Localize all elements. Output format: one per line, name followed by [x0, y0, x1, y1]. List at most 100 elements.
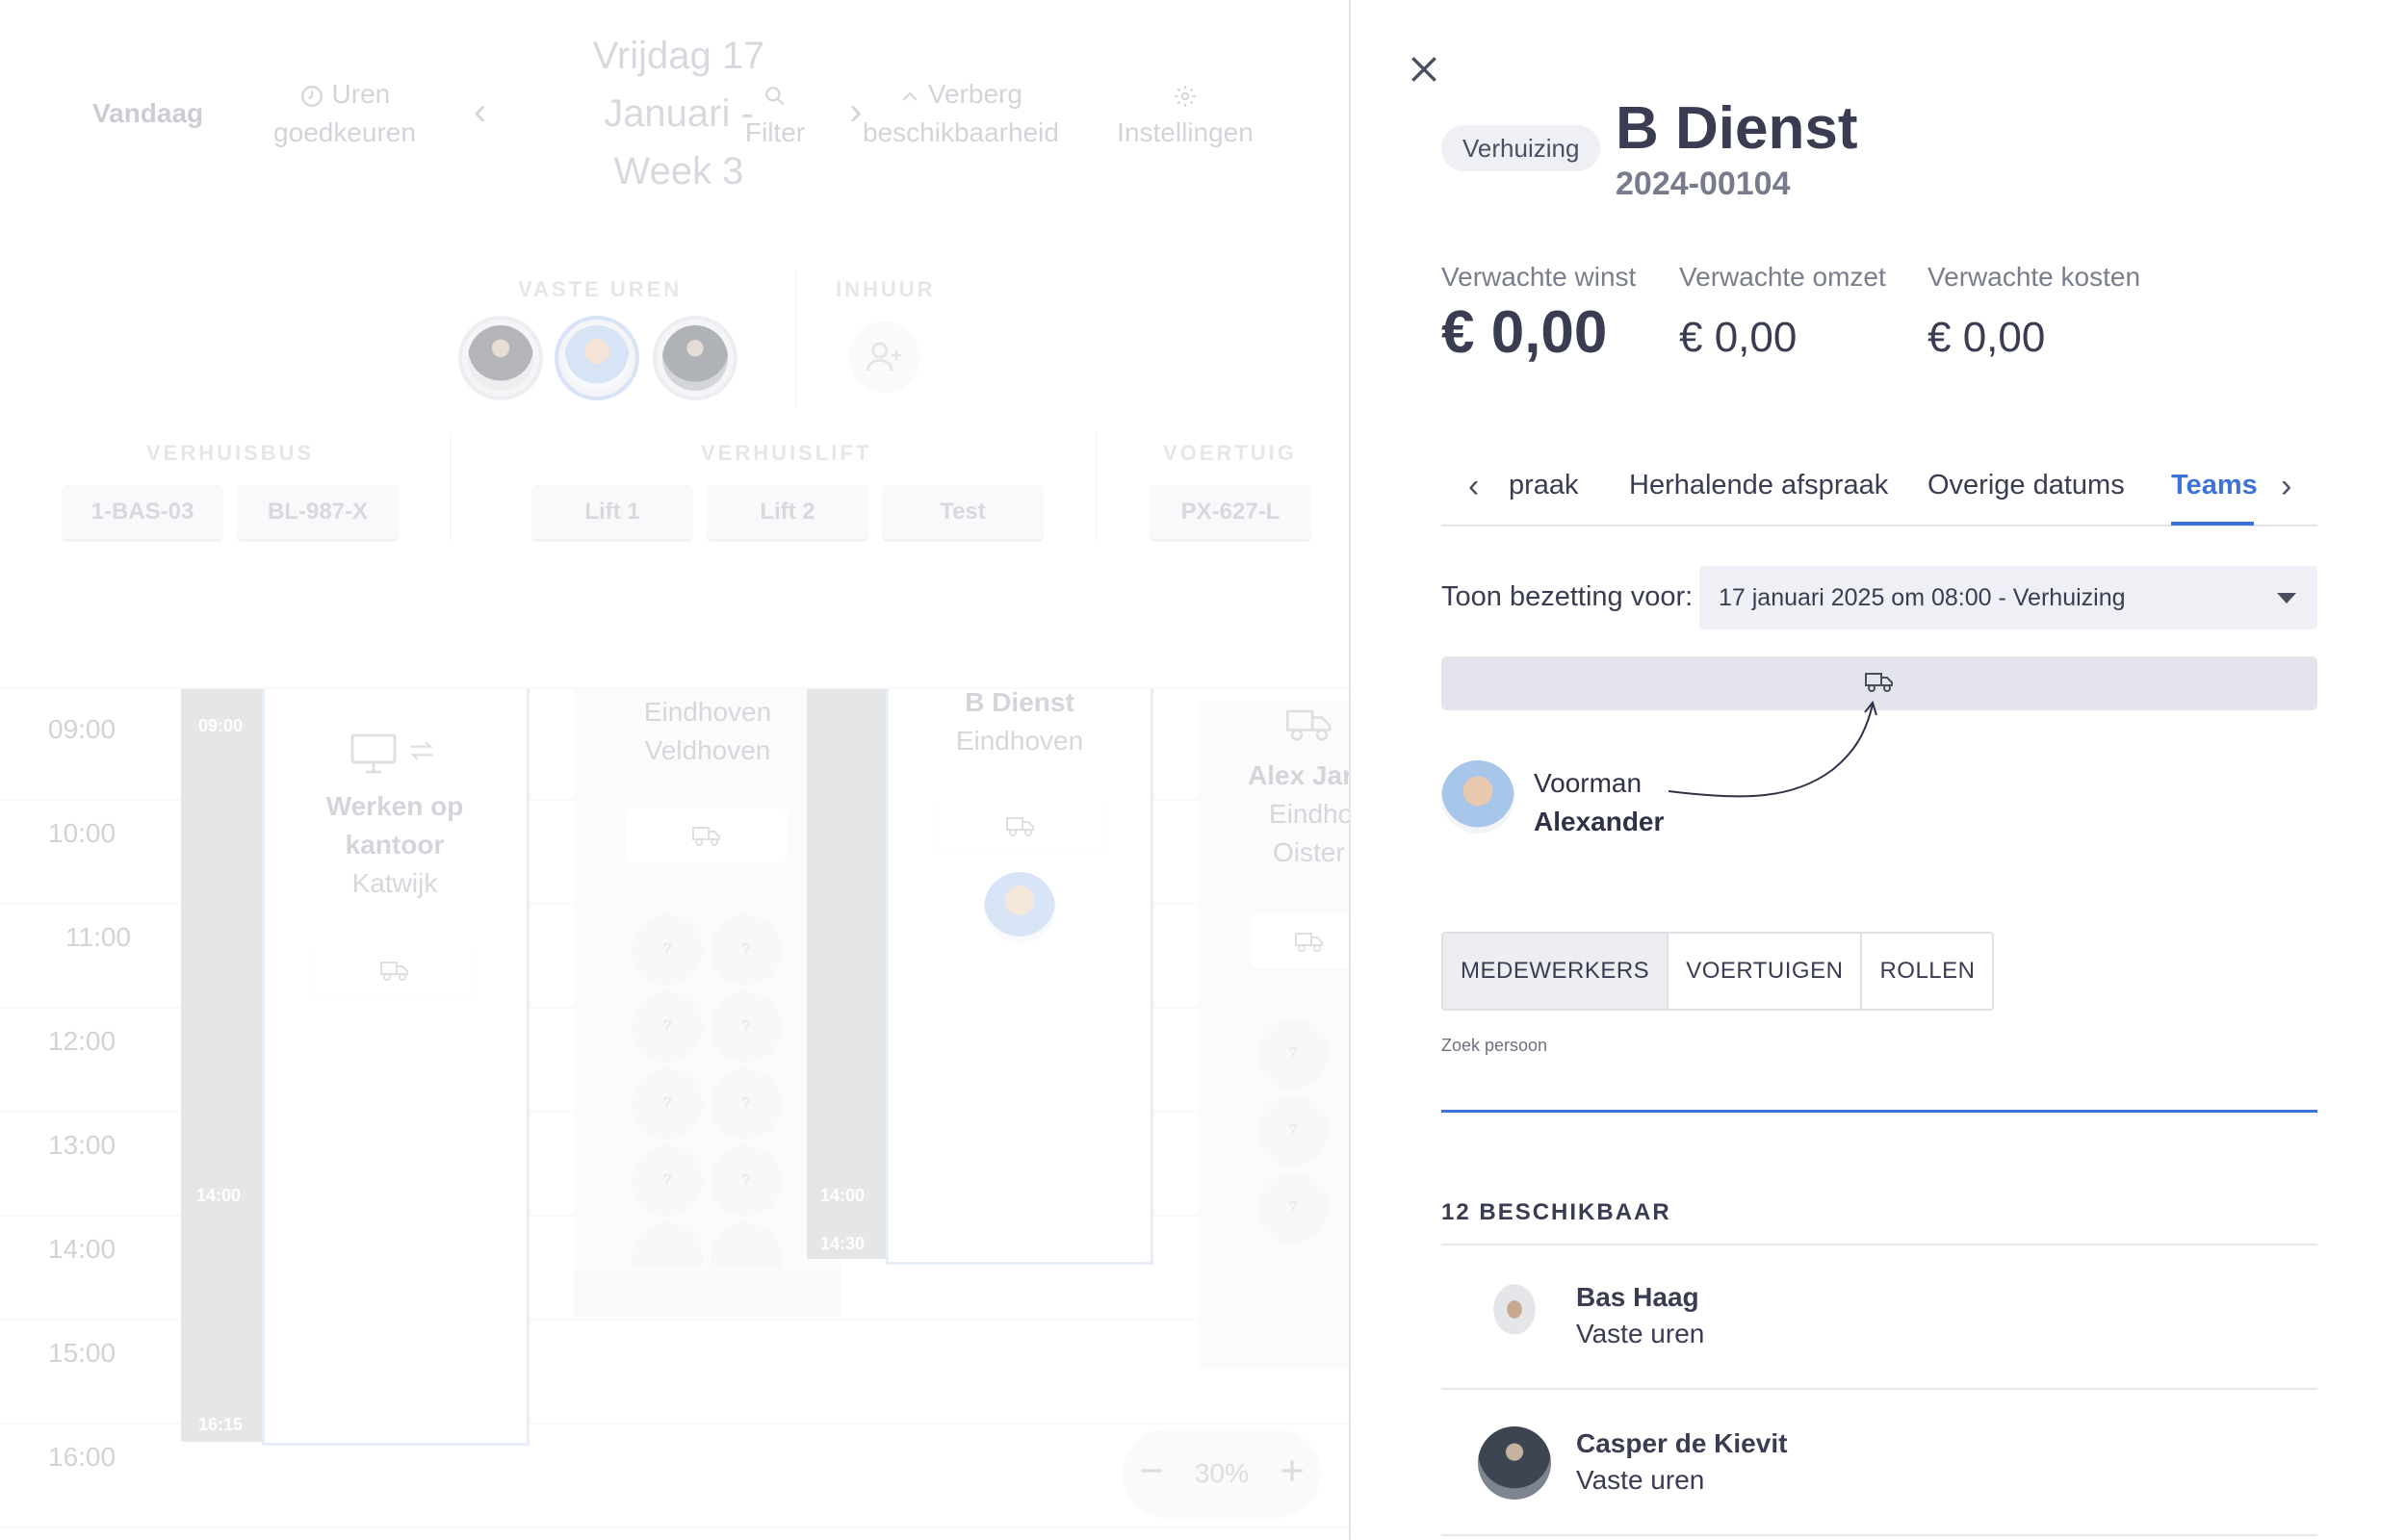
avatar[interactable] [653, 316, 737, 400]
tab-roles[interactable]: ROLLEN [1862, 934, 1992, 1009]
available-count: 12 BESCHIKBAAR [1441, 1199, 1671, 1225]
divider [450, 433, 452, 541]
chevron-right-icon[interactable]: › [2281, 468, 2291, 505]
hide-availability-label: Verberg beschikbaarheid [863, 79, 1059, 147]
type-badge: Verhuizing [1441, 125, 1601, 171]
time-label: 15:00 [48, 1338, 116, 1368]
time-label: 13:00 [48, 1130, 116, 1160]
settings-label: Instellingen [1117, 117, 1254, 147]
avatar[interactable] [555, 316, 639, 400]
avatar[interactable] [984, 872, 1055, 943]
planner-view: Vandaag Uren goedkeuren ‹ Vrijdag 17 Jan… [0, 0, 1349, 1540]
foreman-name: Alexander [1534, 807, 1665, 836]
unassigned-icon[interactable]: ? [711, 1068, 782, 1140]
tab-other-dates[interactable]: Overige datums [1927, 470, 2125, 501]
caret-down-icon [2277, 593, 2296, 603]
detail-panel: Verhuizing B Dienst 2024-00104 Verwachte… [1349, 0, 2406, 1540]
fixed-hours-label: VASTE UREN [518, 277, 683, 301]
zoom-in-icon[interactable] [1277, 1455, 1307, 1493]
zoom-out-icon[interactable] [1136, 1455, 1167, 1493]
occupancy-select[interactable]: 17 januari 2025 om 08:00 - Verhuizing [1699, 566, 2317, 629]
approve-hours-label: Uren goedkeuren [273, 79, 416, 147]
unassigned-icon[interactable]: ? [632, 1145, 703, 1217]
vehicle-chip[interactable]: PX-627-L [1150, 485, 1311, 539]
lift-chip[interactable]: Test [882, 485, 1044, 539]
person-name: Casper de Kievit [1576, 1428, 1788, 1458]
close-icon[interactable] [1405, 50, 1443, 89]
unassigned-icon[interactable]: ? [1257, 1095, 1329, 1167]
occupancy-label: Toon bezetting voor: [1441, 581, 1694, 612]
unassigned-icon[interactable]: ? [711, 914, 782, 986]
unassigned-icon[interactable]: ? [632, 914, 703, 986]
tab-recurring[interactable]: Herhalende afspraak [1629, 470, 1888, 501]
lift-chip[interactable]: Lift 2 [707, 485, 868, 539]
divider [1096, 433, 1098, 541]
time-label: 11:00 [65, 922, 131, 952]
settings-button[interactable]: Instellingen [1113, 75, 1257, 152]
time-label: 14:00 [48, 1234, 116, 1264]
truck-icon[interactable] [1252, 914, 1349, 968]
unassigned-icon[interactable]: ? [632, 1068, 703, 1140]
appointment-location: Eindhoven [643, 697, 772, 727]
truck-icon[interactable] [314, 943, 476, 997]
person-status: Vaste uren [1576, 1319, 1705, 1348]
divider [795, 271, 797, 406]
truck-icon[interactable] [940, 799, 1101, 853]
tab-employees[interactable]: MEDEWERKERS [1443, 934, 1669, 1009]
chevron-up-icon [899, 79, 928, 109]
chevron-left-icon[interactable]: ‹ [1468, 468, 1479, 505]
approve-hours-button[interactable]: Uren goedkeuren [268, 75, 422, 152]
person-status: Vaste uren [1576, 1465, 1705, 1495]
unassigned-icon[interactable]: ? [1257, 1018, 1329, 1090]
unassigned-icon[interactable]: ? [711, 1145, 782, 1217]
repeat-icon [404, 735, 439, 771]
filter-button[interactable]: Filter [741, 75, 809, 152]
tab-teams[interactable]: Teams [2171, 470, 2258, 501]
appointment-card[interactable] [574, 689, 841, 1317]
person-name: Bas Haag [1576, 1282, 1699, 1312]
time-label: 16:00 [48, 1442, 116, 1472]
appointment-location: Oister [1273, 837, 1345, 867]
time-label: 09:00 [48, 714, 116, 744]
truck-icon[interactable] [626, 808, 788, 862]
filter-label: Filter [744, 117, 806, 147]
hide-availability-button[interactable]: Verberg beschikbaarheid [855, 75, 1067, 152]
bus-label: VERHUISBUS [146, 441, 315, 465]
avatar [1478, 1280, 1551, 1353]
end-time: 14:30 [820, 1234, 866, 1253]
search-input[interactable] [1441, 1059, 2317, 1113]
tab-vehicles[interactable]: VOERTUIGEN [1669, 934, 1863, 1009]
appointment-card[interactable] [886, 689, 1153, 1265]
occupancy-value: 17 januari 2025 om 08:00 - Verhuizing [1719, 584, 2126, 611]
bus-chip[interactable]: BL-987-X [237, 485, 399, 539]
unassigned-icon[interactable]: ? [711, 991, 782, 1063]
appointment-location: Katwijk [351, 868, 438, 898]
appointment-location: Eindhoven [955, 726, 1084, 756]
search-icon [741, 75, 809, 114]
zoom-control: 30% [1123, 1429, 1321, 1518]
avatar[interactable] [1441, 760, 1514, 834]
list-item[interactable]: Bas Haag Vaste uren [1441, 1245, 2317, 1390]
avatar[interactable] [458, 316, 543, 400]
chevron-left-icon[interactable]: ‹ [474, 92, 486, 131]
today-button[interactable]: Vandaag [92, 94, 203, 133]
list-item[interactable]: Casper de Kievit Vaste uren [1441, 1392, 2317, 1536]
lift-chip[interactable]: Lift 1 [531, 485, 693, 539]
appointment-title: Alex Jar [1248, 760, 1349, 790]
assign-type-tabs: MEDEWERKERS VOERTUIGEN ROLLEN [1441, 932, 1995, 1011]
bus-chip[interactable]: 1-BAS-03 [62, 485, 223, 539]
unassigned-icon[interactable]: ? [632, 991, 703, 1063]
appointment-title: B Dienst [965, 687, 1074, 717]
clock-icon [299, 79, 332, 109]
revenue-label: Verwachte omzet [1679, 262, 1886, 292]
appointment-footer [574, 1270, 841, 1315]
start-time: 09:00 [198, 716, 244, 735]
revenue-value: € 0,00 [1679, 314, 1798, 361]
add-person-icon[interactable] [849, 321, 920, 393]
time-label: 10:00 [48, 818, 116, 848]
tab-appointment[interactable]: praak [1509, 470, 1579, 501]
unassigned-icon[interactable]: ? [1257, 1172, 1329, 1244]
mid-time: 14:00 [820, 1186, 866, 1205]
divider [0, 1527, 1349, 1528]
appointment-title: Werken op kantoor [325, 791, 464, 860]
